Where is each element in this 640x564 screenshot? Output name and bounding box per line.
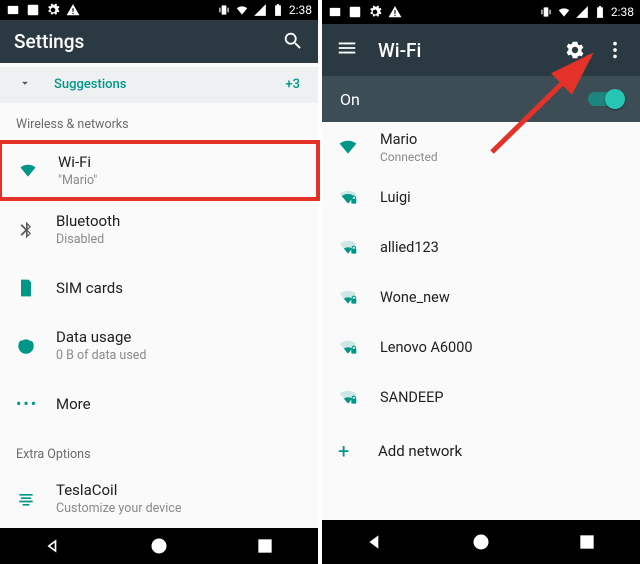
network-row[interactable]: Mario Connected <box>322 122 640 172</box>
gear-icon[interactable] <box>564 39 586 61</box>
app-bar: Wi-Fi <box>322 24 640 76</box>
warning-icon <box>66 3 80 17</box>
network-name: Wone_new <box>380 289 450 306</box>
wifi-signal-icon <box>338 337 380 357</box>
section-extra: Extra Options <box>0 433 318 470</box>
wifi-signal-icon <box>338 187 380 207</box>
page-title: Settings <box>14 30 84 53</box>
notification-icon <box>6 3 20 17</box>
network-name: Lenovo A6000 <box>380 339 473 356</box>
wifi-signal-icon <box>338 287 380 307</box>
status-bar: 2:38 <box>322 0 640 24</box>
more-icon: ••• <box>16 394 38 413</box>
data-usage-row[interactable]: Data usage 0 B of data used <box>0 317 318 375</box>
wifi-status-icon <box>235 3 249 17</box>
status-bar: 2:38 <box>0 0 318 20</box>
add-network-row[interactable]: + Add network <box>322 422 640 480</box>
gear-icon <box>46 3 60 17</box>
chevron-down-icon <box>18 76 32 94</box>
warning-icon <box>388 5 402 19</box>
network-row[interactable]: allied123 <box>322 222 640 272</box>
notification-icon <box>328 5 342 19</box>
suggestions-label: Suggestions <box>54 77 126 92</box>
teslacoil-row[interactable]: TeslaCoil Customize your device <box>0 470 318 528</box>
bluetooth-icon <box>16 220 36 240</box>
image-icon <box>348 5 362 19</box>
network-name: allied123 <box>380 239 439 256</box>
network-name: SANDEEP <box>380 389 444 406</box>
nav-bar <box>0 528 318 564</box>
wifi-toggle-bar: On <box>322 76 640 122</box>
data-icon <box>16 336 36 356</box>
network-status: Connected <box>380 150 438 164</box>
wifi-row[interactable]: Wi-Fi "Mario" <box>0 140 320 201</box>
recent-button[interactable] <box>255 536 275 556</box>
teslacoil-icon <box>16 489 36 509</box>
back-button[interactable] <box>365 532 385 552</box>
menu-icon[interactable] <box>336 37 358 63</box>
network-row[interactable]: SANDEEP <box>322 372 640 422</box>
search-icon[interactable] <box>282 30 304 52</box>
wifi-signal-icon <box>338 387 380 407</box>
suggestions-count: +3 <box>285 77 300 92</box>
wifi-state: On <box>340 90 360 109</box>
network-row[interactable]: Lenovo A6000 <box>322 322 640 372</box>
network-name: Luigi <box>380 189 411 206</box>
battery-icon <box>593 5 607 19</box>
more-row[interactable]: ••• More <box>0 375 318 433</box>
vibrate-icon <box>217 3 231 17</box>
wifi-signal-icon <box>338 137 380 157</box>
battery-icon <box>271 3 285 17</box>
bluetooth-row[interactable]: Bluetooth Disabled <box>0 201 318 259</box>
home-button[interactable] <box>149 536 169 556</box>
wifi-icon <box>18 160 38 180</box>
network-list: Mario Connected Luigi allied123 Wone_new… <box>322 122 640 422</box>
plus-icon: + <box>338 439 349 463</box>
clock: 2:38 <box>611 5 634 19</box>
signal-icon <box>575 5 589 19</box>
recent-button[interactable] <box>577 532 597 552</box>
settings-screen: 2:38 Settings Suggestions +3 Wireless & … <box>0 0 318 564</box>
wifi-status-icon <box>557 5 571 19</box>
wifi-signal-icon <box>338 237 380 257</box>
vibrate-icon <box>539 5 553 19</box>
nav-bar <box>322 520 640 564</box>
back-button[interactable] <box>43 536 63 556</box>
app-bar: Settings <box>0 20 318 63</box>
wifi-sub: "Mario" <box>58 173 97 188</box>
sim-icon <box>16 278 36 298</box>
network-name: Mario <box>380 131 438 148</box>
suggestions-row[interactable]: Suggestions +3 <box>0 67 318 103</box>
gear-icon <box>368 5 382 19</box>
wifi-screen: 2:38 Wi-Fi On Mario Connected Luigi alli… <box>322 0 640 564</box>
network-row[interactable]: Wone_new <box>322 272 640 322</box>
wifi-label: Wi-Fi <box>58 153 97 171</box>
home-button[interactable] <box>471 532 491 552</box>
clock: 2:38 <box>289 3 312 17</box>
section-wireless: Wireless & networks <box>0 103 318 140</box>
page-title: Wi-Fi <box>378 39 421 62</box>
wifi-toggle[interactable] <box>588 92 622 106</box>
network-row[interactable]: Luigi <box>322 172 640 222</box>
overflow-icon[interactable] <box>604 39 626 61</box>
sim-row[interactable]: SIM cards <box>0 259 318 317</box>
image-icon <box>26 3 40 17</box>
signal-icon <box>253 3 267 17</box>
